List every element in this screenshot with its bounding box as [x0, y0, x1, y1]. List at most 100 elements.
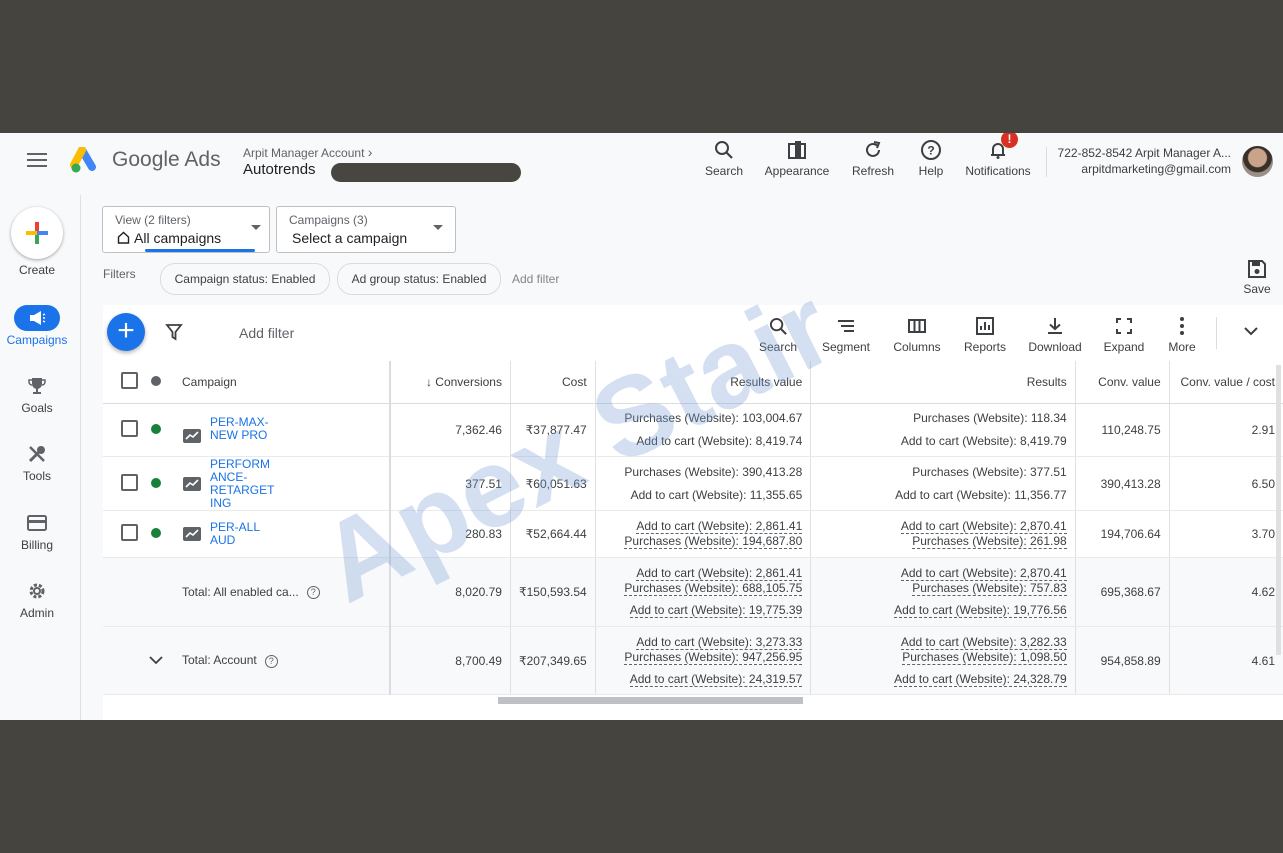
chevron-down-icon[interactable] — [148, 655, 164, 665]
view-dropdown[interactable]: View (2 filters) All campaigns — [102, 206, 270, 253]
results-value-line[interactable]: Purchases (Website): 947,256.95 — [624, 650, 803, 665]
results-value-line[interactable]: Purchases (Website): 688,105.75 — [624, 581, 803, 596]
campaign-table: Campaign ↓ Conversions Cost Results valu… — [103, 361, 1283, 695]
campaign-name-line: AUD — [209, 533, 236, 547]
row-checkbox[interactable] — [121, 524, 138, 541]
conv-value-cell: 194,706.64 — [1074, 510, 1170, 558]
toolbar-label: More — [1168, 340, 1196, 354]
table-row[interactable]: PERFORM ANCE- RETARGET ING 377.51 ₹60,051.6… — [103, 456, 1283, 511]
column-header-campaign[interactable]: Campaign — [173, 361, 390, 404]
results-line[interactable]: Purchases (Website): 261.98 — [912, 534, 1067, 549]
view-dropdown-label: View (2 filters) — [115, 213, 191, 227]
segment-button[interactable]: Segment — [820, 315, 872, 354]
status-column-icon — [150, 376, 161, 386]
row-checkbox[interactable] — [121, 473, 138, 491]
create-button[interactable] — [11, 207, 63, 259]
home-icon — [117, 231, 130, 244]
results-line[interactable]: Add to cart (Website): 24,328.79 — [894, 672, 1067, 687]
table-add-filter[interactable]: Add filter — [239, 325, 294, 341]
campaign-name-link[interactable]: PER-MAX- NEW PRO — [210, 416, 269, 442]
account-email[interactable]: arpitdmarketing@gmail.com — [1081, 162, 1231, 176]
table-search-button[interactable]: Search — [758, 315, 798, 354]
help-tool[interactable]: ? Help — [915, 139, 947, 178]
results-value-line[interactable]: Add to cart (Website): 2,861.41 — [636, 566, 803, 581]
refresh-tool[interactable]: Refresh — [850, 139, 896, 178]
results-value-line[interactable]: Add to cart (Website): 24,319.57 — [629, 672, 803, 687]
chevron-down-icon[interactable] — [1243, 325, 1259, 337]
campaign-table-card: + Add filter Search Segment Columns Repo… — [103, 305, 1283, 720]
download-button[interactable]: Download — [1027, 315, 1083, 354]
reports-button[interactable]: Reports — [961, 315, 1009, 354]
sidebar-item-goals[interactable]: Goals — [0, 373, 74, 415]
campaign-name-link[interactable]: PERFORM ANCE- RETARGET ING — [210, 457, 274, 510]
results-value-line[interactable]: Add to cart (Website): 19,775.39 — [629, 603, 803, 618]
results-line[interactable]: Purchases (Website): 1,098.50 — [902, 650, 1067, 665]
filter-chip-campaign-status[interactable]: Campaign status: Enabled — [160, 263, 330, 295]
sidebar-item-tools[interactable]: Tools — [0, 441, 74, 483]
total-row-account: Total: Account? 8,700.49 ₹207,349.65 Add… — [103, 626, 1283, 695]
column-header-results-value[interactable]: Results value — [594, 361, 811, 404]
conv-value-cost-cell: 3.70 — [1168, 510, 1283, 558]
results-line[interactable]: Add to cart (Website): 3,282.33 — [900, 635, 1067, 650]
trophy-icon — [28, 378, 46, 394]
redacted-account-id — [331, 163, 521, 182]
help-circle-icon[interactable]: ? — [306, 586, 320, 600]
campaign-name-line: NEW PRO — [209, 428, 268, 443]
conv-value-cost-cell: 2.91 — [1168, 403, 1283, 457]
horizontal-scrollbar[interactable] — [498, 697, 803, 704]
help-circle-icon[interactable]: ? — [264, 654, 278, 668]
appearance-tool[interactable]: Appearance — [764, 139, 830, 178]
column-header-results[interactable]: Results — [810, 361, 1076, 404]
vertical-scrollbar[interactable] — [1276, 365, 1281, 655]
sidebar-item-admin[interactable]: Admin — [0, 578, 74, 620]
save-icon — [1248, 260, 1266, 278]
campaign-select-label: Campaigns (3) — [289, 213, 368, 227]
filter-chip-ad-group-status[interactable]: Ad group status: Enabled — [337, 263, 501, 295]
results-cell: Add to cart (Website): 3,282.33 Purchases… — [810, 626, 1076, 695]
total-row-enabled: Total: All enabled ca...? 8,020.79 ₹150,… — [103, 557, 1283, 627]
results-cell: Add to cart (Website): 2,870.41 Purchases… — [810, 510, 1076, 558]
columns-button[interactable]: Columns — [891, 315, 943, 354]
results-value-line[interactable]: Add to cart (Website): 2,861.41 — [636, 519, 803, 534]
sidebar-item-campaigns[interactable]: Campaigns — [0, 305, 74, 347]
column-header-cost[interactable]: Cost — [509, 361, 596, 404]
results-value-line[interactable]: Add to cart (Website): 3,273.33 — [636, 635, 803, 650]
results-value-cell: Add to cart (Website): 3,273.33 Purchases… — [594, 626, 811, 695]
campaign-select-dropdown[interactable]: Campaigns (3) Select a campaign — [276, 206, 456, 253]
results-line[interactable]: Purchases (Website): 757.83 — [912, 581, 1067, 596]
results-value-line[interactable]: Purchases (Website): 194,687.80 — [624, 534, 803, 549]
results-line[interactable]: Add to cart (Website): 2,870.41 — [900, 566, 1067, 581]
row-checkbox[interactable] — [121, 420, 138, 437]
campaign-name-link[interactable]: PER-ALL AUD — [210, 521, 260, 547]
column-header-conv-value-cost[interactable]: Conv. value / cost — [1168, 361, 1283, 404]
results-line[interactable]: Add to cart (Website): 2,870.41 — [900, 519, 1067, 534]
notifications-tool[interactable]: Notifications — [962, 139, 1034, 178]
search-tool[interactable]: Search — [704, 139, 744, 178]
manager-account-link[interactable]: Arpit Manager Account › — [243, 144, 372, 160]
add-campaign-button[interactable]: + — [107, 313, 145, 351]
results-cell: Purchases (Website): 118.34 Add to cart (… — [810, 403, 1076, 457]
filters-label: Filters — [103, 267, 136, 281]
table-row[interactable]: PER-MAX- NEW PRO 7,362.46 ₹37,877.47 Purc… — [103, 403, 1283, 457]
table-row[interactable]: PER-ALL AUD 280.83 ₹52,664.44 Add to cart… — [103, 510, 1283, 558]
toolbar-divider — [1216, 317, 1217, 349]
header-divider — [1046, 147, 1047, 177]
total-label-cell: Total: All enabled ca...? — [173, 557, 390, 627]
column-header-conversions[interactable]: ↓ Conversions — [388, 361, 511, 404]
add-filter-link[interactable]: Add filter — [512, 272, 559, 286]
account-id-label[interactable]: 722-852-8542 Arpit Manager A... — [1058, 146, 1231, 160]
filter-icon[interactable] — [165, 323, 183, 341]
more-button[interactable]: More — [1165, 315, 1199, 354]
expand-button[interactable]: Expand — [1102, 315, 1146, 354]
select-all-checkbox[interactable] — [121, 372, 138, 389]
hamburger-menu-icon[interactable] — [27, 153, 47, 171]
sidebar-item-billing[interactable]: Billing — [0, 510, 74, 552]
column-header-conv-value[interactable]: Conv. value — [1074, 361, 1170, 404]
avatar[interactable] — [1242, 146, 1273, 177]
notifications-tool-label: Notifications — [965, 164, 1031, 178]
save-button[interactable]: Save — [1240, 259, 1274, 296]
results-line[interactable]: Add to cart (Website): 19,776.56 — [894, 603, 1067, 618]
brand-name: Google Ads — [112, 148, 221, 171]
appearance-tool-label: Appearance — [764, 164, 830, 178]
conversions-cell: 7,362.46 — [388, 403, 511, 457]
